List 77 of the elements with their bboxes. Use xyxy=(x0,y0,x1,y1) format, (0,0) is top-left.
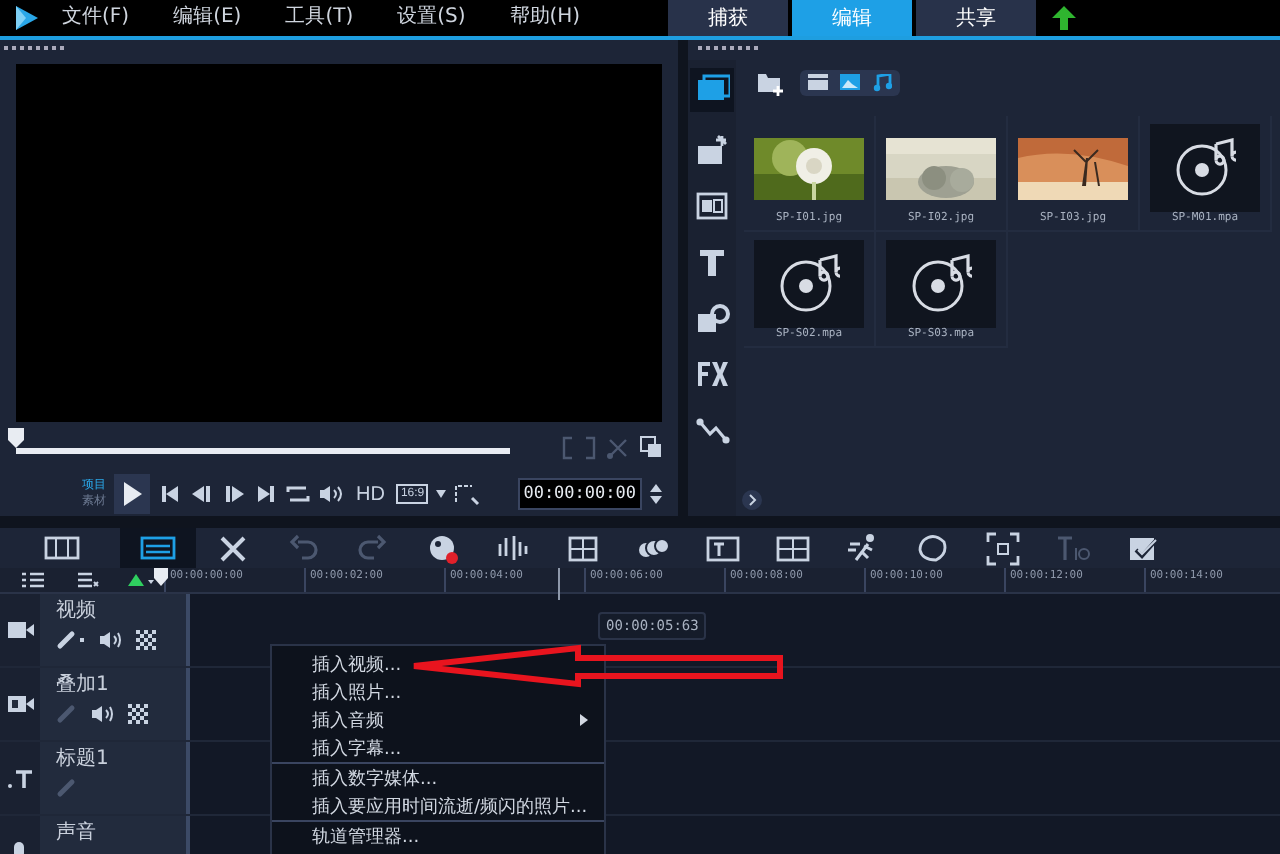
menu-item[interactable]: 编辑(E) xyxy=(151,2,264,34)
go-to-start-icon[interactable] xyxy=(158,484,182,505)
next-frame-icon[interactable] xyxy=(222,484,246,505)
audio-thumbnail[interactable] xyxy=(1150,124,1260,212)
frame-icon[interactable] xyxy=(986,531,1020,565)
grid-icon[interactable] xyxy=(566,531,600,565)
menu-item[interactable]: 插入数字媒体... xyxy=(308,764,442,792)
marker-dropdown-icon[interactable] xyxy=(128,572,156,588)
template-icon[interactable] xyxy=(694,188,730,224)
menu-item[interactable]: 帮助(H) xyxy=(487,2,603,34)
view-mode-button[interactable] xyxy=(120,528,196,568)
hd-button[interactable]: HD xyxy=(352,483,389,506)
menu-item[interactable]: 工具(T) xyxy=(263,2,376,34)
graphics-icon[interactable] xyxy=(694,300,730,336)
menu-item[interactable]: 插入字幕... xyxy=(308,734,406,762)
volume-icon[interactable] xyxy=(318,484,344,505)
crop-icon[interactable] xyxy=(454,483,481,506)
menu-item[interactable]: 插入照片... xyxy=(308,678,406,706)
scrubber-thumb[interactable] xyxy=(8,427,24,448)
music-disc-icon xyxy=(911,254,971,314)
menu-item[interactable]: 插入音频 xyxy=(308,706,592,734)
timecode-field[interactable]: 00:00:00:00 xyxy=(517,478,642,511)
previous-frame-icon[interactable] xyxy=(190,484,214,505)
track-header[interactable]: 标题1 xyxy=(0,742,190,814)
runner-icon[interactable] xyxy=(846,531,880,565)
title-track-icon xyxy=(5,766,35,790)
checker-icon[interactable] xyxy=(128,704,148,724)
upload-arrow-icon[interactable] xyxy=(1052,6,1076,30)
path-icon[interactable] xyxy=(694,412,730,448)
track-header[interactable]: 视频 xyxy=(0,594,190,666)
video-track-icon xyxy=(5,618,35,642)
storyboard-view-icon xyxy=(44,534,80,562)
fx-icon[interactable] xyxy=(694,356,730,392)
play-button[interactable] xyxy=(114,474,150,515)
track-name: 标题1 xyxy=(56,748,109,772)
record-icon[interactable] xyxy=(426,531,460,565)
waveform-icon[interactable] xyxy=(496,531,530,565)
submenu-arrow-icon xyxy=(580,714,588,726)
track-name: 视频 xyxy=(56,600,98,624)
copy-icon[interactable] xyxy=(640,436,662,459)
music-disc-icon xyxy=(779,254,839,314)
tab[interactable]: 捕获 xyxy=(668,0,788,36)
music-filter-icon[interactable] xyxy=(872,73,892,91)
timeline-view-icon xyxy=(140,534,176,562)
media-icon[interactable] xyxy=(690,68,734,112)
speaker-icon[interactable] xyxy=(90,704,114,724)
music-disc-icon xyxy=(1175,138,1235,198)
track-name: 声音 xyxy=(56,822,96,846)
playhead-marker[interactable] xyxy=(154,568,168,586)
repeat-icon[interactable] xyxy=(286,484,310,505)
expand-chevron-icon[interactable] xyxy=(742,490,762,510)
go-to-end-icon[interactable] xyxy=(254,484,278,505)
text-box-icon[interactable] xyxy=(706,531,740,565)
menu-item[interactable]: 轨道管理器... xyxy=(308,822,424,850)
add-folder-icon[interactable] xyxy=(756,69,784,95)
spinner-icon[interactable] xyxy=(650,482,662,507)
play-icon xyxy=(122,482,142,507)
track-header[interactable]: 叠加1 xyxy=(0,668,190,740)
checker-icon[interactable] xyxy=(136,630,156,650)
split-screen-icon[interactable] xyxy=(776,531,810,565)
dropdown-caret-icon[interactable] xyxy=(436,490,447,499)
photo-filter-icon[interactable] xyxy=(840,73,860,89)
audio-thumbnail[interactable] xyxy=(886,240,996,328)
track-name: 叠加1 xyxy=(56,674,111,698)
video-filter-icon[interactable] xyxy=(808,73,828,89)
title-icon[interactable] xyxy=(694,244,730,280)
speaker-icon[interactable] xyxy=(98,630,122,650)
tab[interactable]: 共享 xyxy=(916,0,1036,36)
menu-item[interactable]: 插入要应用时间流逝/频闪的照片... xyxy=(308,792,592,820)
menu-item[interactable]: 文件(F) xyxy=(40,2,152,34)
menu-item[interactable]: 设置(S) xyxy=(375,2,488,34)
menu-item[interactable]: 插入视频... xyxy=(308,650,406,678)
audio-thumbnail[interactable] xyxy=(754,240,864,328)
outline-icon[interactable] xyxy=(916,531,950,565)
overlay-track-icon xyxy=(5,692,35,716)
track-header[interactable]: 声音 xyxy=(0,816,190,854)
app-logo-icon[interactable] xyxy=(12,4,40,32)
